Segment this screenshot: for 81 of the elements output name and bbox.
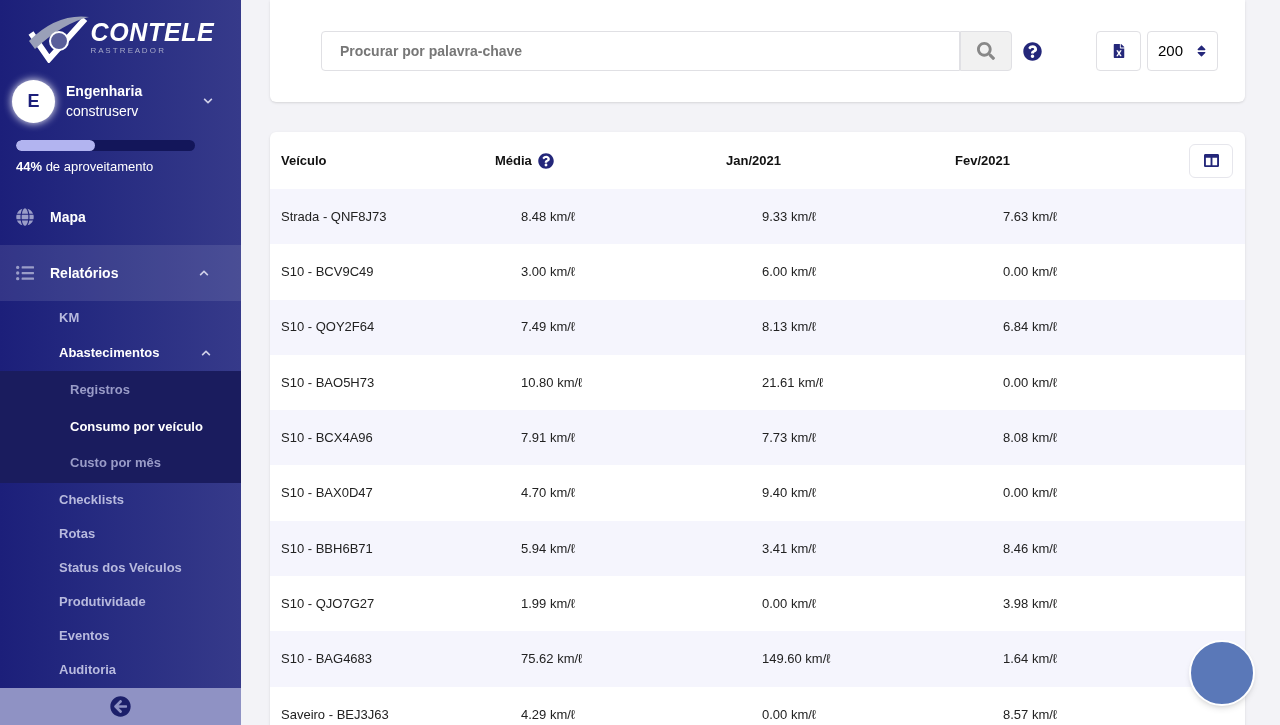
table-cell-text: 9.33 km/ℓ (761, 207, 818, 226)
spreadsheet-icon (1111, 44, 1126, 58)
nav-subitem[interactable]: Consumo por veículo (0, 408, 241, 445)
chevron-down-icon (203, 96, 213, 106)
table-cell-text: S10 - BCV9C49 (281, 263, 375, 282)
table-cell-text: 8.57 km/ℓ (1002, 705, 1059, 724)
logo-tagline: R A S T R E A D O R (90, 46, 166, 55)
globe-icon (16, 207, 34, 226)
column-header: Veículo (281, 151, 327, 170)
table-cell-text: 8.13 km/ℓ (761, 318, 818, 337)
help-icon[interactable] (1023, 41, 1042, 61)
table-cell-text: Saveiro - BEJ3J63 (281, 705, 390, 724)
collapse-button[interactable] (110, 696, 131, 717)
table-cell-text: 6.84 km/ℓ (1002, 318, 1059, 337)
table-cell-text: 7.49 km/ℓ (520, 318, 577, 337)
table-cell-text: 8.46 km/ℓ (1002, 539, 1059, 558)
table-cell-text: 0.00 km/ℓ (761, 594, 818, 613)
nav-subitem[interactable]: KM (0, 300, 241, 335)
columns-button[interactable] (1189, 143, 1233, 178)
avatar-initial: E (12, 79, 55, 123)
table-cell-text: S10 - QJO7G27 (281, 594, 376, 613)
table-cell-text: 7.73 km/ℓ (761, 429, 818, 448)
table-cell-text: 0.00 km/ℓ (1002, 373, 1059, 392)
page-size-select[interactable]: 200 (1147, 31, 1218, 71)
logo-text: CONTELE (90, 19, 215, 45)
nav-subitem[interactable]: Rotas (0, 516, 241, 551)
nav-subitem[interactable]: Checklists (0, 482, 241, 517)
table-cell-text: 5.94 km/ℓ (520, 539, 577, 558)
table-cell-text: 3.98 km/ℓ (1002, 594, 1059, 613)
nav-subitem[interactable]: Abastecimentos (0, 334, 241, 371)
table-cell-text: 10.80 km/ℓ (520, 373, 584, 392)
table-cell-text: 1.64 km/ℓ (1002, 650, 1059, 669)
table-cell-text: 3.41 km/ℓ (761, 539, 818, 558)
nav-item[interactable]: Mapa (0, 188, 241, 245)
table-cell-text: S10 - QOY2F64 (281, 318, 376, 337)
table-cell-text: 4.29 km/ℓ (520, 705, 577, 724)
list-icon (16, 263, 34, 282)
table-cell-text: 4.70 km/ℓ (520, 484, 577, 503)
nav-item[interactable]: Relatórios (0, 244, 241, 301)
table-cell-text: 9.40 km/ℓ (761, 484, 818, 503)
account-name: Engenharia (66, 82, 144, 101)
table-cell-text: S10 - BBH6B71 (281, 539, 374, 558)
table-cell-text: 0.00 km/ℓ (1002, 263, 1059, 282)
column-header: Fev/2021 (955, 151, 1010, 170)
table-cell-text: 0.00 km/ℓ (761, 705, 818, 724)
table-cell-text: 6.00 km/ℓ (761, 263, 818, 282)
nav-subitem[interactable]: Eventos (0, 618, 241, 653)
table-cell-text: 1.99 km/ℓ (520, 594, 577, 613)
nav-subitem[interactable]: Registros (0, 371, 241, 409)
table-cell-text: 3.00 km/ℓ (520, 263, 577, 282)
columns-icon (1202, 153, 1220, 168)
table-cell-text: 7.63 km/ℓ (1002, 207, 1059, 226)
excel-export-button[interactable] (1096, 31, 1141, 71)
table-cell-text: 8.08 km/ℓ (1002, 429, 1059, 448)
search-icon (977, 42, 995, 60)
search-input[interactable]: Procurar por palavra-chave (322, 41, 959, 61)
table-cell-text: Strada - QNF8J73 (281, 207, 388, 226)
table-cell-text: 149.60 km/ℓ (761, 650, 832, 669)
table-cell-text: 75.62 km/ℓ (520, 650, 584, 669)
account-company: construserv (66, 102, 140, 121)
nav-subitem[interactable]: Status dos Veículos (0, 550, 241, 585)
search-field[interactable]: Procurar por palavra-chave (321, 31, 960, 71)
table-cell-text: S10 - BCX4A96 (281, 429, 374, 448)
sort-arrows-icon (1196, 44, 1207, 58)
table-cell-text: 7.91 km/ℓ (520, 429, 577, 448)
table-cell-text: S10 - BAO5H73 (281, 373, 376, 392)
account-toggle[interactable] (203, 96, 213, 106)
nav-subitem[interactable]: Auditoria (0, 652, 241, 687)
table-cell-text: 21.61 km/ℓ (761, 373, 825, 392)
nav-subitem[interactable]: Produtividade (0, 584, 241, 619)
arrow-left-icon (110, 696, 131, 717)
table-cell-text: S10 - BAX0D47 (281, 484, 374, 503)
table-cell-text: 8.48 km/ℓ (520, 207, 577, 226)
usage-text: 44% de aproveitamento (16, 158, 155, 176)
nav-subitem[interactable]: Custo por mês (0, 444, 241, 482)
column-header: Jan/2021 (726, 151, 781, 170)
table-cell-text: 0.00 km/ℓ (1002, 484, 1059, 503)
help-icon[interactable] (537, 152, 554, 169)
search-button[interactable] (960, 31, 1012, 71)
column-header: Média (495, 151, 532, 170)
table-cell-text: S10 - BAG4683 (281, 650, 374, 669)
